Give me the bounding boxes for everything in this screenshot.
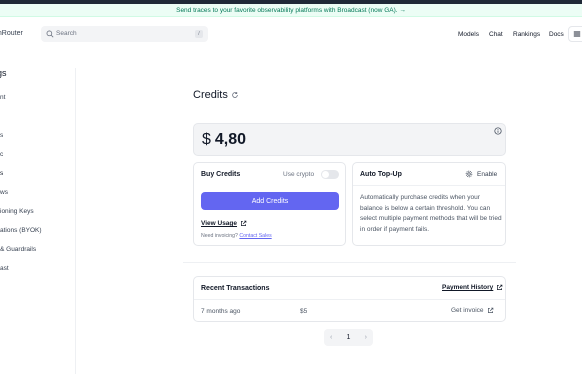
announcement-banner[interactable]: Send traces to your favorite observabili… [0, 4, 582, 17]
get-invoice-label: Get invoice [451, 307, 484, 314]
pagination-current-page[interactable]: 1 [347, 334, 351, 341]
gear-icon [465, 170, 473, 178]
contact-sales-link[interactable]: Contact Sales [239, 233, 271, 239]
nav-link-models[interactable]: Models [458, 31, 479, 38]
external-link-icon [497, 284, 503, 290]
invoicing-note: Need invoicing? Contact Sales [201, 233, 272, 239]
sidebar-item-broadcast[interactable]: ast [0, 265, 9, 272]
pagination-prev-button[interactable]: ‹ [330, 334, 332, 341]
pagination-next-button[interactable]: › [365, 334, 367, 341]
search-icon [46, 30, 54, 38]
invoicing-prefix: Need invoicing? [201, 233, 238, 239]
balance-amount: $4,80 [202, 131, 246, 149]
table-row: 7 months ago $5 Get invoice [194, 300, 505, 322]
search-input[interactable]: Search / [41, 26, 208, 42]
announcement-text[interactable]: Send traces to your favorite observabili… [176, 7, 406, 14]
sidebar-item-integrations[interactable]: ations (BYOK) [0, 227, 42, 234]
recent-transactions-title: Recent Transactions [201, 285, 270, 292]
balance-panel: $4,80 [193, 123, 506, 156]
nav-link-rankings[interactable]: Rankings [513, 31, 540, 38]
auto-topup-title: Auto Top-Up [360, 171, 402, 178]
enable-label: Enable [477, 170, 498, 178]
sidebar-item-guardrails[interactable]: & Guardrails [0, 246, 36, 253]
view-usage-label: View Usage [201, 220, 238, 227]
transaction-amount: $5 [300, 308, 308, 315]
get-invoice-button[interactable]: Get invoice [451, 307, 494, 314]
auto-topup-description: Automatically purchase credits when your… [360, 194, 502, 233]
sidebar-item-2[interactable]: s [0, 132, 3, 139]
transaction-time: 7 months ago [201, 308, 241, 315]
menu-button[interactable] [568, 26, 582, 42]
sidebar-title: gs [0, 68, 7, 78]
view-usage-link[interactable]: View Usage [201, 220, 247, 227]
search-placeholder: Search [56, 30, 77, 37]
sidebar-item-3[interactable]: c [0, 151, 3, 158]
sidebar-item-credits[interactable]: s [0, 170, 3, 177]
sidebar-divider [75, 68, 76, 374]
payment-history-label: Payment History [442, 284, 494, 291]
brand-name[interactable]: enRouter [0, 30, 23, 37]
auto-topup-divider [353, 185, 505, 186]
top-navbar: enRouter Search / Models Chat Rankings D… [0, 17, 582, 53]
info-icon[interactable] [494, 127, 502, 135]
nav-link-chat[interactable]: Chat [489, 31, 503, 38]
refresh-icon[interactable] [231, 91, 239, 99]
use-crypto-toggle[interactable] [321, 170, 339, 179]
enable-auto-topup-button[interactable]: Enable [465, 170, 497, 178]
hamburger-icon [573, 31, 581, 37]
recent-transactions-card: Recent Transactions Payment History 7 mo… [193, 276, 506, 322]
buy-credits-card: Buy Credits Use crypto Add Credits View … [193, 162, 346, 246]
auto-topup-card: Auto Top-Up Enable Automatically purchas… [352, 162, 506, 246]
payment-history-link[interactable]: Payment History [442, 284, 503, 291]
balance-currency: $ [202, 131, 211, 148]
external-link-icon [487, 307, 493, 313]
use-crypto-label: Use crypto [283, 171, 315, 178]
nav-link-docs[interactable]: Docs [549, 31, 564, 38]
external-link-icon [241, 220, 247, 226]
sidebar-item-account[interactable]: nt [0, 94, 5, 101]
pagination: ‹ 1 › [324, 329, 373, 346]
sidebar-item-provisioning-keys[interactable]: ioning Keys [0, 208, 34, 215]
add-credits-button[interactable]: Add Credits [201, 192, 339, 210]
buy-credits-title: Buy Credits [201, 171, 241, 178]
section-divider [183, 262, 516, 263]
search-shortcut-badge: / [195, 30, 203, 38]
sidebar-item-5[interactable]: ws [0, 189, 8, 196]
page-title: Credits [193, 89, 228, 101]
balance-value: 4,80 [214, 131, 247, 148]
